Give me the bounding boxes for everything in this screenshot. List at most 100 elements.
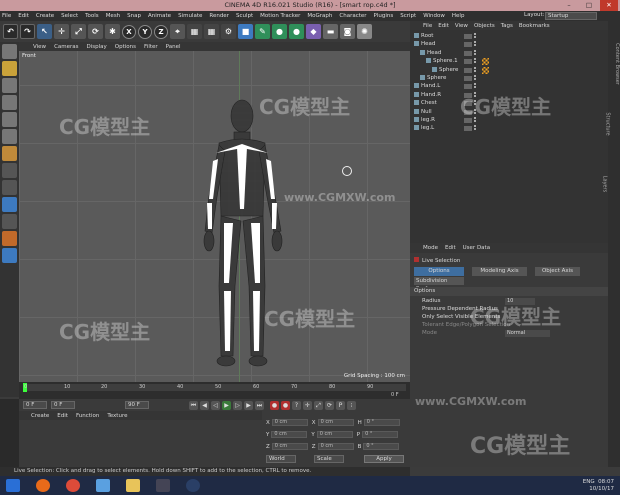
material-menu-create[interactable]: Create <box>31 413 49 419</box>
menu-item-script[interactable]: Script <box>400 13 416 19</box>
polygons-mode-icon[interactable] <box>2 146 17 161</box>
rotation-key-icon[interactable]: ⟳ <box>325 400 334 410</box>
start-frame-field[interactable]: 0 F <box>23 401 47 409</box>
object-row[interactable]: Hand.L <box>414 83 440 90</box>
play-icon[interactable]: ▶ <box>222 400 231 410</box>
visibility-toggle-icon[interactable] <box>464 84 472 90</box>
point-level-key-icon[interactable]: ⁝ <box>347 400 356 410</box>
tweak-mode-icon[interactable] <box>2 180 17 195</box>
live-selection-icon[interactable]: ↖ <box>37 24 52 39</box>
locked-workplane-icon[interactable] <box>2 231 17 246</box>
edges-mode-icon[interactable] <box>2 129 17 144</box>
keyframe-selection-icon[interactable]: ? <box>292 400 301 410</box>
menu-item-plugins[interactable]: Plugins <box>374 13 394 19</box>
points-mode-icon[interactable] <box>2 112 17 127</box>
viewport-menu-panel[interactable]: Panel <box>166 44 181 50</box>
menu-item-character[interactable]: Character <box>339 13 366 19</box>
menu-item-select[interactable]: Select <box>61 13 78 19</box>
close-button[interactable]: ✕ <box>600 0 618 11</box>
menu-item-create[interactable]: Create <box>36 13 54 19</box>
planar-workplane-icon[interactable] <box>2 248 17 263</box>
viewport-menu-view[interactable]: View <box>33 44 46 50</box>
size-y-field[interactable]: 0 cm <box>316 431 353 438</box>
position-z-field[interactable]: 0 cm <box>271 443 308 450</box>
menu-item-edit[interactable]: Edit <box>18 13 29 19</box>
menu-item-motion-tracker[interactable]: Motion Tracker <box>260 13 300 19</box>
file-explorer-icon[interactable] <box>126 479 140 492</box>
z-axis-lock-icon[interactable]: Z <box>154 24 168 39</box>
coordinate-system-icon[interactable]: ⌖ <box>170 24 185 39</box>
render-settings-icon[interactable]: ⚙ <box>221 24 236 39</box>
menu-item-render[interactable]: Render <box>209 13 229 19</box>
scale-key-icon[interactable]: ⤢ <box>314 400 323 410</box>
render-dots-icon[interactable] <box>474 66 477 73</box>
menu-item-tools[interactable]: Tools <box>85 13 99 19</box>
size-x-field[interactable]: 0 cm <box>317 419 354 426</box>
render-dots-icon[interactable] <box>474 75 477 81</box>
menu-item-mesh[interactable]: Mesh <box>106 13 120 19</box>
side-tab[interactable]: Structure <box>605 112 611 135</box>
layout-select[interactable]: Startup <box>545 12 597 20</box>
app-icon[interactable] <box>96 479 110 492</box>
object-menu-objects[interactable]: Objects <box>474 23 495 29</box>
render-dots-icon[interactable] <box>474 125 477 131</box>
menu-item-file[interactable]: File <box>2 13 11 19</box>
menu-item-mograph[interactable]: MoGraph <box>307 13 332 19</box>
rotation-p-field[interactable]: 0 ° <box>362 431 399 438</box>
tab-options[interactable]: Options <box>414 267 464 276</box>
chrome-icon[interactable] <box>66 479 80 492</box>
record-icon[interactable]: ● <box>270 400 279 410</box>
current-frame-field[interactable]: 0 F <box>51 401 75 409</box>
camera-icon[interactable]: ◙ <box>340 24 355 39</box>
position-x-field[interactable]: 0 cm <box>271 419 308 426</box>
material-menu-edit[interactable]: Edit <box>57 413 68 419</box>
x-axis-lock-icon[interactable]: X <box>122 24 136 39</box>
redo-icon[interactable]: ↷ <box>20 24 35 39</box>
tab-subdivision-surface[interactable]: Subdivision Surface <box>414 277 464 292</box>
material-menu-texture[interactable]: Texture <box>107 413 127 419</box>
object-row[interactable]: Sphere <box>432 66 458 74</box>
recent-tools-icon[interactable]: ✱ <box>105 24 120 39</box>
object-row[interactable]: Null <box>414 108 432 116</box>
app-icon[interactable] <box>156 479 170 492</box>
render-dots-icon[interactable] <box>474 41 477 47</box>
previous-key-icon[interactable]: ◀ <box>200 400 209 410</box>
subdivision-surface-icon[interactable]: ● <box>272 24 287 39</box>
object-menu-tags[interactable]: Tags <box>501 23 513 29</box>
spline-pen-icon[interactable]: ✎ <box>255 24 270 39</box>
visibility-toggle-icon[interactable] <box>464 42 472 48</box>
go-to-end-icon[interactable]: ⏭ <box>255 400 264 410</box>
menu-item-help[interactable]: Help <box>452 13 465 19</box>
apply-button[interactable]: Apply <box>364 455 404 463</box>
undo-icon[interactable]: ↶ <box>3 24 18 39</box>
material-tag-icon[interactable] <box>482 66 489 74</box>
viewport-front[interactable]: Front CG模型主 CG模型主 www.CGMXW.com CG模型主 CG… <box>19 51 410 382</box>
visibility-toggle-icon[interactable] <box>464 59 472 65</box>
object-menu-view[interactable]: View <box>455 23 468 29</box>
maximize-button[interactable]: □ <box>580 0 598 11</box>
texture-mode-icon[interactable] <box>2 61 17 76</box>
workplane-mode-icon[interactable] <box>2 95 17 110</box>
deformer-icon[interactable]: ◆ <box>306 24 321 39</box>
next-key-icon[interactable]: ▶ <box>244 400 253 410</box>
size-mode-select[interactable]: Scale <box>314 455 344 463</box>
start-icon[interactable] <box>6 479 20 492</box>
side-tab[interactable]: Content Browser <box>614 43 620 85</box>
object-row[interactable]: Head <box>414 41 435 48</box>
viewport-menu-display[interactable]: Display <box>87 44 107 50</box>
axis-mode-icon[interactable] <box>2 163 17 178</box>
viewport-menu-cameras[interactable]: Cameras <box>54 44 78 50</box>
object-menu-bookmarks[interactable]: Bookmarks <box>519 23 550 29</box>
cinema4d-icon[interactable] <box>186 479 200 492</box>
viewport-menu-filter[interactable]: Filter <box>144 44 158 50</box>
make-editable-icon[interactable] <box>2 44 17 59</box>
viewport-menu-options[interactable]: Options <box>115 44 136 50</box>
material-tag-icon[interactable] <box>482 58 489 66</box>
object-row[interactable]: Sphere <box>420 75 446 82</box>
visibility-toggle-icon[interactable] <box>464 50 472 56</box>
render-dots-icon[interactable] <box>474 58 477 64</box>
object-row[interactable]: Hand.R <box>414 91 441 99</box>
menu-item-window[interactable]: Window <box>423 13 445 19</box>
render-dots-icon[interactable] <box>474 33 477 39</box>
light-icon[interactable]: ✺ <box>357 24 372 39</box>
